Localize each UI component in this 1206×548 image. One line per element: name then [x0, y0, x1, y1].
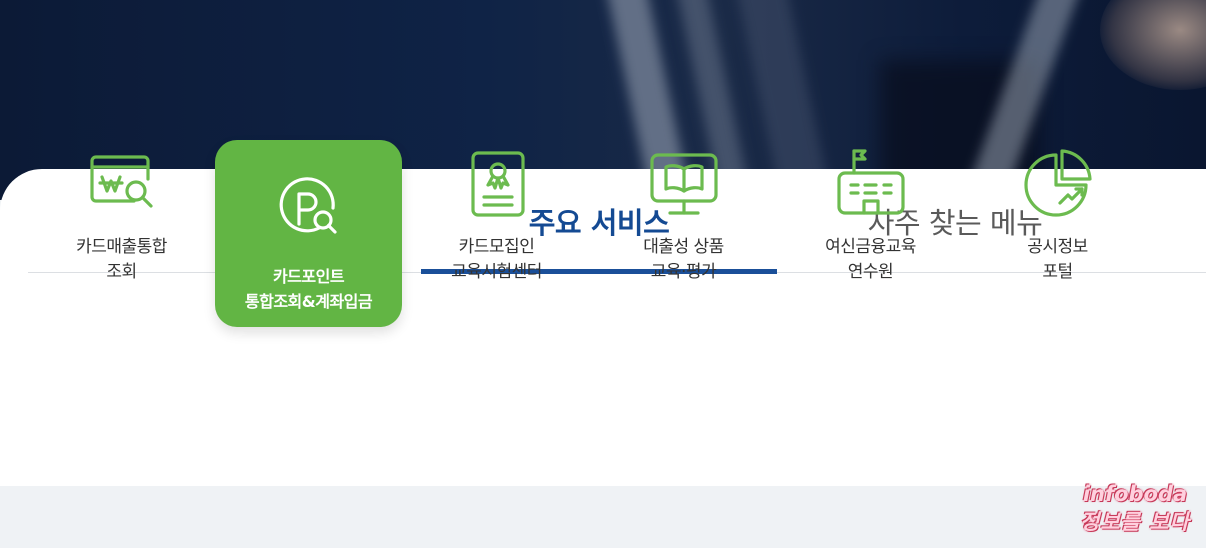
service-card-sales-inquiry[interactable]: 카드매출통합 조회 — [28, 141, 215, 328]
monitor-book-icon — [649, 153, 718, 215]
hero-hand-image — [1100, 0, 1206, 90]
service-label: 카드포인트 통합조회&계좌입금 — [244, 264, 373, 314]
won-search-icon — [89, 155, 153, 208]
service-label: 여신금융교육 연수원 — [825, 235, 916, 285]
service-card-point-inquiry[interactable]: 카드포인트 통합조회&계좌입금 — [215, 140, 402, 327]
service-label-line2: 연수원 — [847, 262, 894, 282]
service-label: 공시정보 포털 — [1027, 235, 1088, 285]
watermark-line1: infoboda — [1082, 482, 1188, 506]
service-label-line1: 공시정보 — [1027, 237, 1088, 257]
watermark-logo: infoboda 정보를 보다 — [1070, 480, 1200, 536]
service-label-line2: 조회 — [106, 262, 137, 282]
point-search-icon — [279, 177, 337, 234]
service-label: 대출성 상품 교육·평가 — [643, 235, 724, 285]
service-label-line1: 대출성 상품 — [643, 237, 724, 257]
service-label: 카드매출통합 조회 — [76, 235, 167, 285]
service-label: 카드모집인 교육시험센터 — [451, 235, 542, 285]
watermark-line2: 정보를 보다 — [1080, 510, 1190, 534]
service-label-line1: 카드모집인 — [458, 237, 535, 257]
school-building-icon — [836, 149, 905, 215]
service-label-line2: 교육·평가 — [650, 262, 717, 282]
service-label-line2: 포털 — [1042, 262, 1073, 282]
service-label-line1: 카드매출통합 — [76, 237, 167, 257]
service-card-loan-education[interactable]: 대출성 상품 교육·평가 — [590, 141, 777, 328]
service-card-training-institute[interactable]: 여신금융교육 연수원 — [777, 141, 964, 328]
certificate-icon — [470, 151, 525, 217]
service-label-line1: 여신금융교육 — [825, 237, 916, 257]
service-label-line1: 카드포인트 — [272, 267, 345, 286]
service-label-line2: 통합조회&계좌입금 — [244, 292, 373, 311]
service-list: 카드매출통합 조회 카드포인트 통합조회&계좌입금 카드모집인 교육시험센터 대… — [0, 140, 1206, 328]
pie-chart-icon — [1023, 149, 1092, 217]
service-card-disclosure-portal[interactable]: 공시정보 포털 — [964, 141, 1151, 328]
service-card-recruiter-exam[interactable]: 카드모집인 교육시험센터 — [403, 141, 590, 328]
service-label-line2: 교육시험센터 — [451, 262, 542, 282]
